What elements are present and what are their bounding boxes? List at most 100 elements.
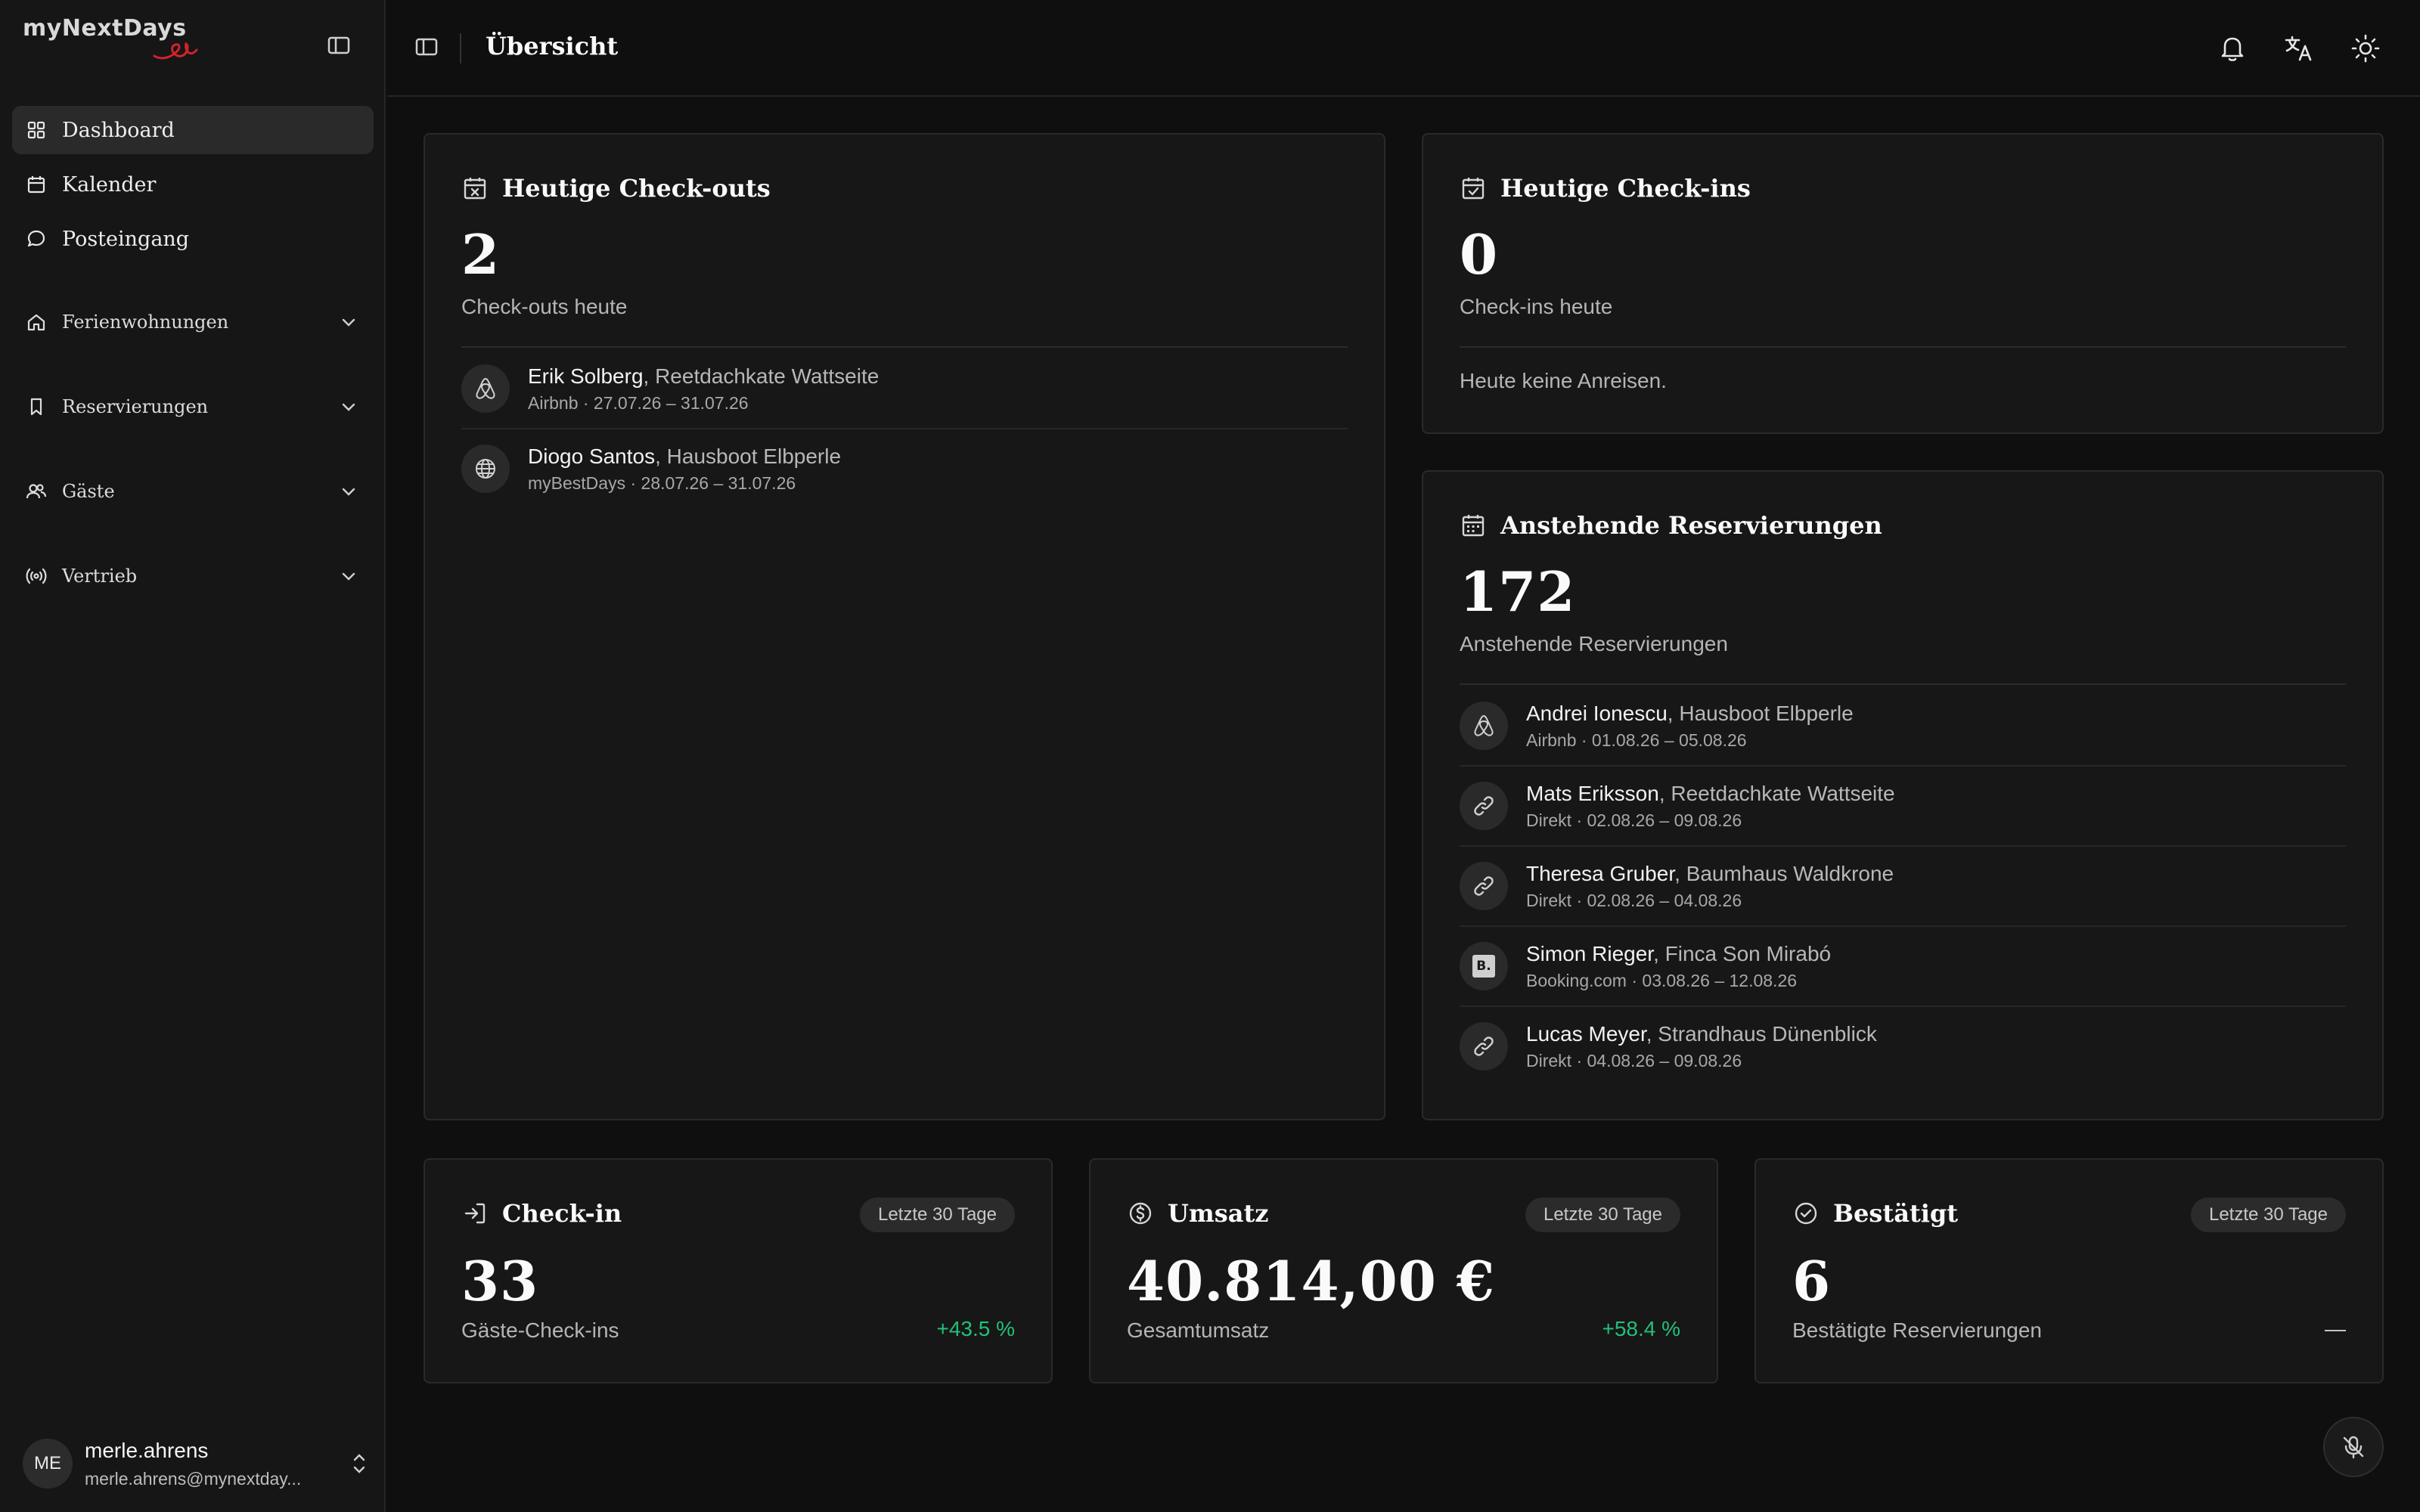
card-title: Umsatz — [1168, 1199, 1269, 1228]
period-badge[interactable]: Letzte 30 Tage — [859, 1198, 1015, 1232]
booking-details: Booking.com · 03.08.26 – 12.08.26 — [1526, 970, 1798, 990]
list-item-text: Andrei Ionescu, Hausboot Elbperle Airbnb… — [1526, 702, 1854, 751]
nav-group-ferienwohnungen[interactable]: Ferienwohnungen — [12, 298, 374, 346]
stat-card-checkin: Check-in Letzte 30 Tage 33 Gäste-Check-i… — [424, 1158, 1053, 1383]
stat-card-umsatz: Umsatz Letzte 30 Tage 40.814,00 € Gesamt… — [1089, 1158, 1718, 1383]
stat-label: Gesamtumsatz — [1127, 1318, 1270, 1342]
booking-details: Direkt · 04.08.26 – 09.08.26 — [1526, 1050, 1742, 1070]
list-item[interactable]: Lucas Meyer, Strandhaus Dünenblick Direk… — [1460, 1007, 2346, 1086]
list-item[interactable]: Erik Solberg, Reetdachkate Wattseite Air… — [461, 349, 1348, 428]
guest-name: Erik Solberg — [528, 364, 644, 388]
divider — [1460, 683, 2346, 685]
nav-group-gaeste[interactable]: Gäste — [12, 467, 374, 516]
booking-details: Airbnb · 01.08.26 – 05.08.26 — [1526, 730, 1747, 750]
airbnb-icon — [461, 364, 510, 413]
voice-input-button[interactable] — [2323, 1417, 2384, 1477]
guest-name: Mats Eriksson — [1526, 781, 1659, 805]
list-item[interactable]: Theresa Gruber, Baumhaus Waldkrone Direk… — [1460, 847, 2346, 925]
stat-label: Gäste-Check-ins — [461, 1318, 619, 1342]
chevron-down-icon — [337, 480, 360, 503]
property-name: , Baumhaus Waldkrone — [1674, 861, 1894, 885]
app-logo[interactable]: myNextDays — [23, 15, 198, 68]
link-icon — [1460, 862, 1508, 910]
trend-value: +43.5 % — [936, 1317, 1015, 1340]
notifications-button[interactable] — [2216, 32, 2249, 65]
guest-name: Lucas Meyer — [1526, 1021, 1646, 1046]
chevron-down-icon — [337, 565, 360, 587]
nav-label: Posteingang — [62, 227, 190, 251]
home-icon — [26, 311, 47, 333]
card-header: Heutige Check-outs — [461, 174, 771, 203]
checkouts-subtitle: Check-outs heute — [461, 295, 628, 318]
nav-item-posteingang[interactable]: Posteingang — [12, 215, 374, 263]
globe-icon — [461, 445, 510, 493]
stat-label: Bestätigte Reservierungen — [1792, 1318, 2042, 1342]
guest-name: Simon Rieger — [1526, 941, 1654, 965]
card-header: Bestätigt — [1792, 1199, 1958, 1228]
airbnb-icon — [1460, 702, 1508, 750]
sidebar-toggle-button[interactable] — [414, 36, 442, 60]
user-menu[interactable]: ME merle.ahrens merle.ahrens@mynextday..… — [23, 1433, 371, 1494]
bell-icon — [2221, 37, 2244, 61]
list-item[interactable]: Diogo Santos, Hausboot Elbperle myBestDa… — [461, 429, 1348, 508]
check-circle-icon — [1792, 1200, 1820, 1227]
nav-item-kalender[interactable]: Kalender — [12, 160, 374, 209]
chevrons-up-down-icon — [348, 1448, 371, 1479]
list-item[interactable]: Mats Eriksson, Reetdachkate Wattseite Di… — [1460, 767, 2346, 845]
sidebar: myNextDays Dashboard Kalender Posteingan… — [0, 0, 386, 1512]
page-title: Übersicht — [486, 32, 619, 60]
booking-logo: B. — [1472, 955, 1495, 978]
property-name: , Strandhaus Dünenblick — [1646, 1021, 1877, 1046]
panel-left-icon — [327, 36, 350, 54]
booking-details: Direkt · 02.08.26 – 09.08.26 — [1526, 810, 1742, 830]
list-item-text: Simon Rieger, Finca Son Mirabó Booking.c… — [1526, 942, 1831, 991]
nav-item-dashboard[interactable]: Dashboard — [12, 106, 374, 154]
guest-name: Theresa Gruber — [1526, 861, 1675, 885]
property-name: , Reetdachkate Wattseite — [643, 364, 880, 388]
guest-name: Diogo Santos — [528, 444, 656, 468]
stat-value: 6 — [1792, 1249, 1832, 1313]
broadcast-icon — [26, 565, 47, 587]
nav-group-reservierungen[interactable]: Reservierungen — [12, 383, 374, 431]
upcoming-count: 172 — [1460, 559, 1576, 624]
property-name: , Hausboot Elbperle — [1667, 701, 1854, 725]
card-header: Anstehende Reservierungen — [1460, 511, 1882, 540]
upcoming-subtitle: Anstehende Reservierungen — [1460, 632, 1728, 655]
calendar-icon — [26, 174, 47, 195]
top-bar: Übersicht — [387, 0, 2420, 97]
mic-off-icon — [2343, 1436, 2364, 1459]
message-icon — [26, 228, 47, 249]
stat-value: 40.814,00 € — [1127, 1249, 1495, 1313]
sidebar-collapse-button[interactable] — [327, 35, 354, 57]
language-button[interactable] — [2282, 32, 2316, 65]
divider — [461, 346, 1348, 348]
chevron-down-icon — [337, 311, 360, 333]
property-name: , Hausboot Elbperle — [655, 444, 842, 468]
booking-details: myBestDays · 28.07.26 – 31.07.26 — [528, 472, 796, 493]
dollar-circle-icon — [1127, 1200, 1154, 1227]
property-name: , Reetdachkate Wattseite — [1658, 781, 1895, 805]
list-item[interactable]: B. Simon Rieger, Finca Son Mirabó Bookin… — [1460, 927, 2346, 1005]
user-name: merle.ahrens — [85, 1438, 209, 1462]
card-header: Check-in — [461, 1199, 622, 1228]
period-badge[interactable]: Letzte 30 Tage — [1525, 1198, 1680, 1232]
card-title: Bestätigt — [1833, 1199, 1959, 1228]
link-icon — [1460, 1022, 1508, 1070]
property-name: , Finca Son Mirabó — [1653, 941, 1832, 965]
period-badge[interactable]: Letzte 30 Tage — [2190, 1198, 2346, 1232]
nav-group-vertrieb[interactable]: Vertrieb — [12, 552, 374, 600]
theme-toggle-button[interactable] — [2349, 32, 2382, 65]
nav-group-label: Gäste — [62, 481, 115, 502]
list-item-text: Theresa Gruber, Baumhaus Waldkrone Direk… — [1526, 862, 1894, 911]
divider — [460, 33, 461, 64]
link-icon — [1460, 782, 1508, 830]
panel-left-icon — [415, 38, 438, 56]
upcoming-reservations-card: Anstehende Reservierungen 172 Anstehende… — [1422, 470, 2384, 1120]
sun-icon — [2351, 34, 2380, 63]
card-title: Heutige Check-outs — [502, 174, 771, 203]
list-item-text: Mats Eriksson, Reetdachkate Wattseite Di… — [1526, 782, 1895, 831]
list-item[interactable]: Andrei Ionescu, Hausboot Elbperle Airbnb… — [1460, 686, 2346, 765]
list-item-text: Erik Solberg, Reetdachkate Wattseite Air… — [528, 364, 879, 414]
stat-value: 33 — [461, 1249, 539, 1313]
booking-details: Direkt · 02.08.26 – 04.08.26 — [1526, 890, 1742, 910]
